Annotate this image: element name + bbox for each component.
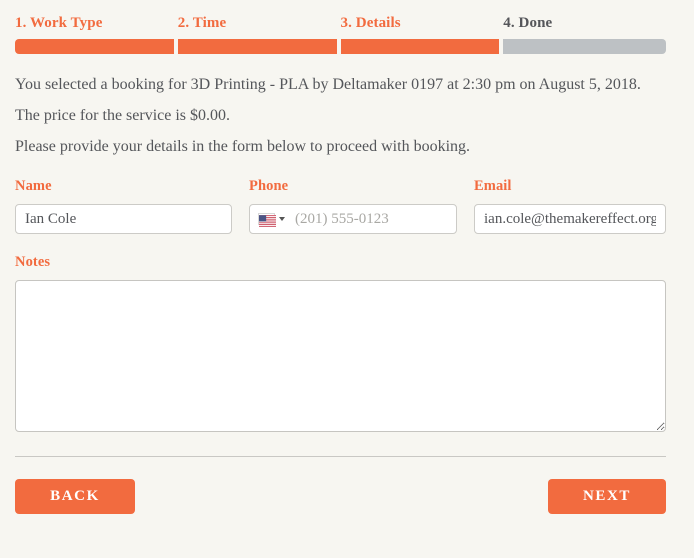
phone-field-group: Phone [249,177,457,234]
name-input[interactable] [15,204,232,234]
phone-input-wrapper [249,204,457,234]
wizard-step-progress: 1. Work Type 2. Time 3. Details 4. Done [15,0,666,54]
summary-selection-line: You selected a booking for 3D Printing -… [15,76,641,93]
wizard-navigation: BACK NEXT [15,479,666,514]
phone-label: Phone [249,178,289,194]
wizard-step-work-type[interactable]: 1. Work Type [15,13,178,54]
form-divider [15,456,666,457]
wizard-step-bar [15,39,174,54]
us-flag-icon [258,213,276,227]
wizard-step-label: 3. Details [340,15,401,31]
wizard-step-label: 1. Work Type [15,15,103,31]
chevron-down-icon [279,217,285,221]
wizard-step-label: 2. Time [177,15,227,31]
next-button[interactable]: NEXT [548,479,666,514]
email-input[interactable] [474,204,666,234]
booking-summary: You selected a booking for 3D Printing -… [15,74,666,158]
wizard-step-details[interactable]: 3. Details [340,13,504,54]
contact-fields-row: Name Phone [15,177,666,234]
wizard-step-bar [340,39,500,54]
country-selector-button[interactable] [250,205,292,233]
back-button[interactable]: BACK [15,479,135,514]
wizard-step-bar [177,39,337,54]
notes-textarea[interactable] [15,280,666,432]
booking-wizard: 1. Work Type 2. Time 3. Details 4. Done … [15,0,666,558]
wizard-step-time[interactable]: 2. Time [177,13,341,54]
email-field-group: Email [474,177,666,234]
name-label: Name [15,178,52,194]
email-label: Email [474,178,512,194]
wizard-step-bar [503,39,666,54]
name-field-group: Name [15,177,232,234]
notes-label: Notes [15,254,51,270]
notes-field-group: Notes [15,253,666,432]
wizard-step-done[interactable]: 4. Done [503,13,666,54]
summary-instruction-line: Please provide your details in the form … [15,138,471,155]
wizard-step-label: 4. Done [503,15,553,31]
summary-price-line: The price for the service is $0.00. [15,107,231,124]
